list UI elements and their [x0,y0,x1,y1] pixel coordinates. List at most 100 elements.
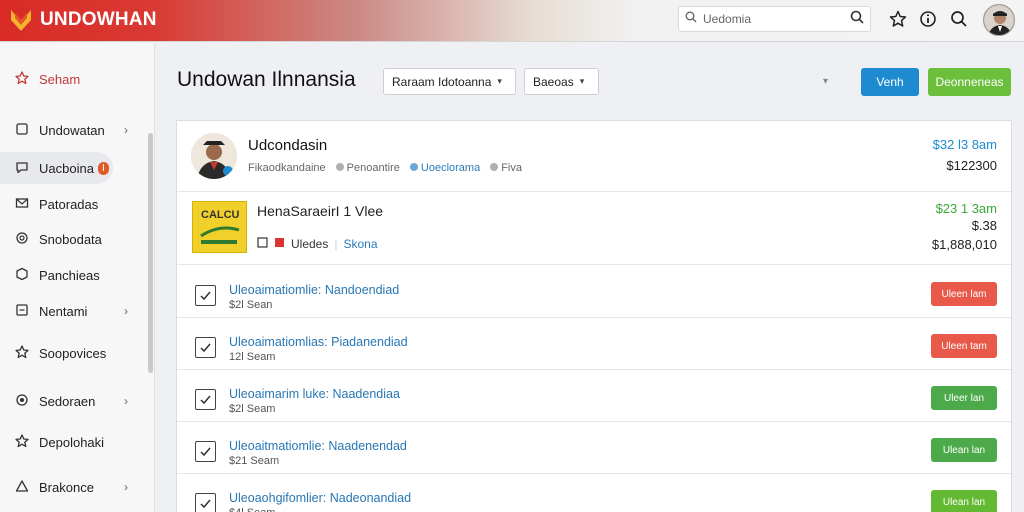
checkmark-icon [200,499,211,509]
sidebar-item-label: Brakonce [39,479,94,495]
sidebar-scrollbar[interactable] [148,133,153,373]
task-action-button[interactable]: Uleen tam [931,334,997,358]
mail-icon [15,196,29,213]
contact-name[interactable]: Udcondasin [248,137,327,154]
doc-icon [257,237,268,251]
task-title[interactable]: Uleoaohgifomlier: Nadeonandiad [229,491,411,505]
status-dot-icon [490,163,499,171]
user-avatar[interactable] [983,4,1015,36]
dropdown-value: Raraam Idotoanna [392,74,492,89]
sidebar: Seham Undowatan › Uacboina I Patoradas S… [0,43,155,512]
meta-link[interactable]: Uoeclorama [421,162,480,174]
sidebar-item-patoradas[interactable]: Patoradas [0,188,150,220]
sidebar-item-label: Uacboina [39,160,94,176]
sidebar-item-undowatan[interactable]: Undowatan › [0,114,150,146]
task-subtitle: 12l Seam [229,351,276,363]
task-title[interactable]: Uleoaitmatiomlie: Naadenendad [229,439,407,453]
task-checkbox[interactable] [195,337,216,358]
task-checkbox[interactable] [195,389,216,410]
meta-text: Uledes [291,237,329,251]
chevron-down-icon: ▾ [579,76,585,86]
task-action-button[interactable]: Ulean lan [931,438,997,462]
chevron-right-icon: › [124,480,128,494]
flag-icon [274,237,285,251]
task-subtitle: $4l Seam [229,507,275,512]
checkmark-icon [200,291,211,301]
task-checkbox[interactable] [195,285,216,306]
checkmark-icon [200,343,211,353]
sidebar-item-label: Undowatan [39,122,105,138]
search-submit-icon[interactable] [850,10,864,29]
search-icon [685,10,697,28]
sidebar-item-uacboina[interactable]: Uacboina I [0,152,113,184]
price-highlight: $32 l3 8am [932,137,997,152]
meta-item: Fiva [490,162,522,174]
category-dropdown[interactable]: Baeoas ▾ [524,68,599,95]
sidebar-item-label: Snobodata [39,231,102,247]
sidebar-item-label: Seham [39,71,81,87]
task-action-button[interactable]: Ulean lan [931,490,997,512]
checkmark-icon [200,447,211,457]
main-panel: Udcondasin Fikaodkandaine Penoantire Uoe… [176,120,1012,512]
price-highlight: $23 1 3am [935,201,997,216]
task-subtitle: $2l Sean [229,299,273,311]
sidebar-item-seham[interactable]: Seham [0,63,150,95]
secondary-button[interactable]: Deonneneas [928,68,1011,96]
sidebar-item-snobodata[interactable]: Snobodata [0,223,150,255]
app-logo[interactable]: UNDOWHAN [10,8,157,32]
product-title[interactable]: HenaSaraeirI 1 Vlee [257,203,383,219]
logo-mark-icon [10,8,32,32]
status-dot-icon [335,163,344,171]
square-icon [15,122,29,139]
task-subtitle: $2l Seam [229,403,276,415]
meta-link[interactable]: Skona [343,237,377,251]
meta-text: Fikaodkandaine [248,162,326,174]
task-title[interactable]: Uleoaimatiomlie: Nandoendiad [229,283,399,297]
sidebar-item-brakonce[interactable]: Brakonce › [0,471,150,503]
sidebar-item-depolohaki[interactable]: Depolohaki [0,426,150,458]
price-unit: $.38 [971,218,997,233]
task-checkbox[interactable] [195,493,216,512]
sidebar-item-label: Depolohaki [39,434,105,450]
chevron-right-icon: › [124,123,128,137]
chevron-down-icon[interactable]: ▾ [823,76,828,87]
price-total: $122300 [946,158,997,173]
filter-dropdown[interactable]: Raraam Idotoanna ▾ [383,68,516,95]
sidebar-item-panchieas[interactable]: Panchieas [0,259,150,291]
sidebar-item-sedoraen[interactable]: Sedoraen › [0,385,150,417]
task-title[interactable]: Uleoaimarim luke: Naadendiaa [229,387,400,401]
task-checkbox[interactable] [195,441,216,462]
contact-meta: Fikaodkandaine Penoantire Uoeclorama Fiv… [248,162,522,174]
contact-avatar[interactable] [191,133,237,179]
sidebar-item-nentami[interactable]: Nentami › [0,295,150,327]
meta-item[interactable]: Uoeclorama [409,162,480,174]
task-action-button[interactable]: Uleen lam [931,282,997,306]
star-outline-icon [15,70,29,88]
cube-icon [15,267,29,284]
sidebar-item-label: Nentami [39,303,88,319]
task-action-button[interactable]: Uleer lan [931,386,997,410]
search-box[interactable] [678,6,871,32]
product-meta: Uledes | Skona [257,237,378,251]
sidebar-item-label: Sedoraen [39,393,96,409]
sidebar-item-label: Patoradas [39,196,99,212]
product-thumbnail[interactable]: CALCU [192,201,247,253]
task-title[interactable]: Uleoaimatiomlias: Piadanendiad [229,335,408,349]
search-icon[interactable] [949,9,969,29]
chevron-right-icon: › [124,304,128,318]
star-icon[interactable] [888,9,908,29]
task-row: Uleoaimarim luke: Naadendiaa $2l Seam Ulee… [177,370,1011,421]
checkmark-icon [200,395,211,405]
top-bar: UNDOWHAN [0,0,1024,42]
sidebar-item-soopovices[interactable]: Soopovices [0,337,150,369]
sidebar-item-label: Panchieas [39,267,100,283]
search-input[interactable] [703,12,843,26]
task-row: Uleoaimatiomlie: Nandoendiad $2l Sean Ulee… [177,266,1011,317]
meta-separator: | [334,237,338,251]
primary-button[interactable]: Venh [861,68,919,96]
star-outline-icon [15,433,29,451]
star-outline-icon [15,344,29,362]
chevron-right-icon: › [124,394,128,408]
meta-item: Penoantire [335,162,400,174]
info-icon[interactable] [918,9,938,29]
